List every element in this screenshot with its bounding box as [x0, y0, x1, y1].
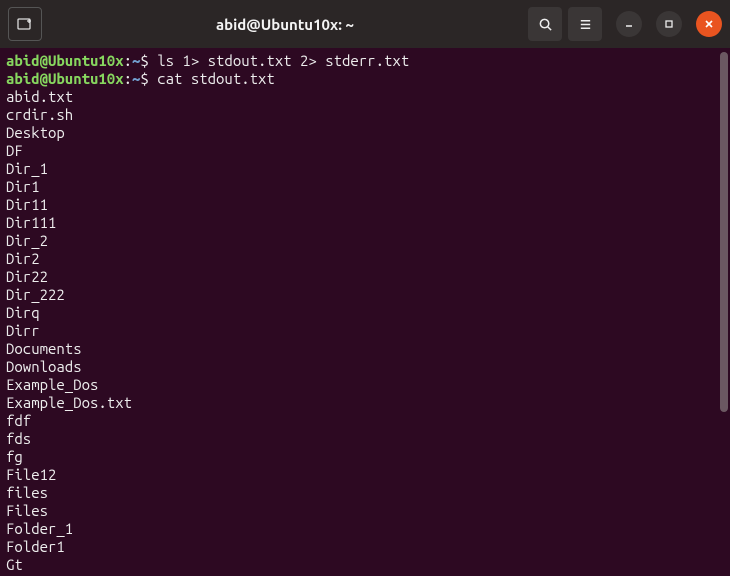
output-line: Dir_1: [6, 160, 724, 178]
output-line: DF: [6, 142, 724, 160]
output-line: Folder1: [6, 538, 724, 556]
titlebar-actions: [528, 7, 722, 41]
output-line: Dir11: [6, 196, 724, 214]
close-button[interactable]: [696, 11, 722, 37]
output-line: crdir.sh: [6, 106, 724, 124]
output-line: Dir22: [6, 268, 724, 286]
output-line: Documents: [6, 340, 724, 358]
output-line: fds: [6, 430, 724, 448]
terminal-body[interactable]: abid@Ubuntu10x:~$ ls 1> stdout.txt 2> st…: [0, 48, 730, 576]
maximize-icon: [664, 19, 674, 29]
output-line: abid.txt: [6, 88, 724, 106]
minimize-button[interactable]: [616, 11, 642, 37]
output-line: Dir2: [6, 250, 724, 268]
minimize-icon: [624, 19, 634, 29]
output-line: Dir1: [6, 178, 724, 196]
output-line: Example_Dos.txt: [6, 394, 724, 412]
output-line: fg: [6, 448, 724, 466]
output-line: files: [6, 484, 724, 502]
output-line: Dirr: [6, 322, 724, 340]
output-line: Folder_1: [6, 520, 724, 538]
output-line: fdf: [6, 412, 724, 430]
window-title: abid@Ubuntu10x: ~: [50, 16, 520, 33]
new-tab-icon: [17, 16, 33, 32]
output-line: Desktop: [6, 124, 724, 142]
close-icon: [704, 19, 714, 29]
new-tab-button[interactable]: [8, 7, 42, 41]
output-line: Dirq: [6, 304, 724, 322]
prompt-line: abid@Ubuntu10x:~$ cat stdout.txt: [6, 70, 724, 88]
output-line: Example_Dos: [6, 376, 724, 394]
output-line: Downloads: [6, 358, 724, 376]
output-line: Files: [6, 502, 724, 520]
prompt-line: abid@Ubuntu10x:~$ ls 1> stdout.txt 2> st…: [6, 52, 724, 70]
titlebar: abid@Ubuntu10x: ~: [0, 0, 730, 48]
search-icon: [538, 17, 553, 32]
maximize-button[interactable]: [656, 11, 682, 37]
output-line: Dir111: [6, 214, 724, 232]
hamburger-icon: [578, 17, 593, 32]
output-line: Gt: [6, 556, 724, 574]
output-line: Dir_2: [6, 232, 724, 250]
command-text: cat stdout.txt: [157, 70, 275, 87]
menu-button[interactable]: [568, 7, 602, 41]
search-button[interactable]: [528, 7, 562, 41]
output-line: File12: [6, 466, 724, 484]
command-text: ls 1> stdout.txt 2> stderr.txt: [157, 52, 409, 69]
output-line: Dir_222: [6, 286, 724, 304]
scrollbar-thumb[interactable]: [720, 52, 728, 412]
